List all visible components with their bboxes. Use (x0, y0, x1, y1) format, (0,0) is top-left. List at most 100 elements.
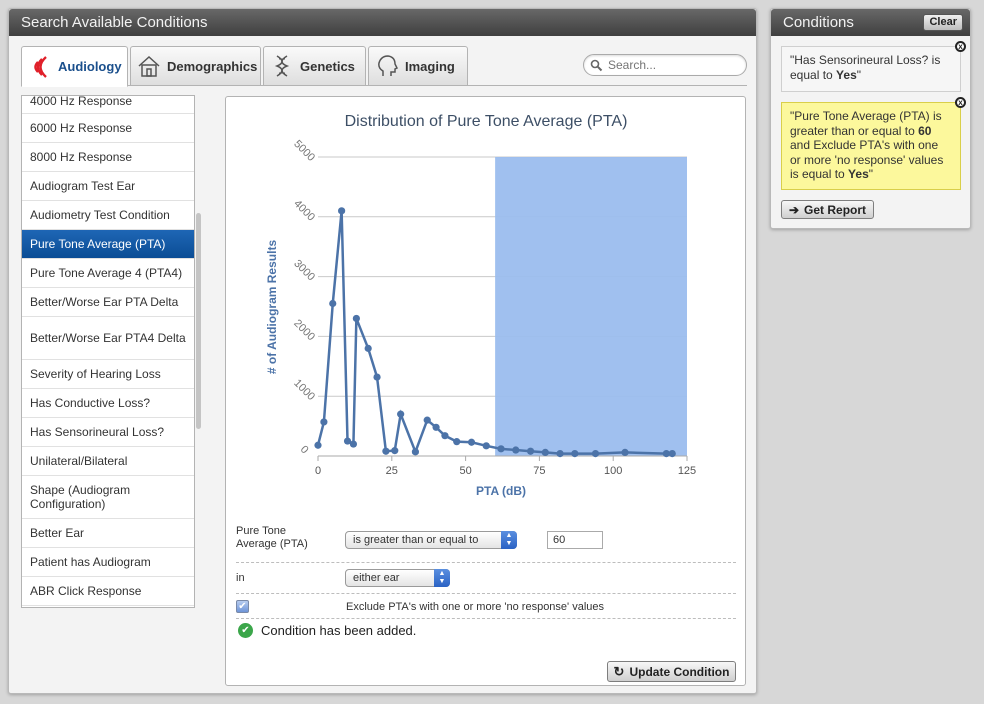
condition-card-highlighted[interactable]: x "Pure Tone Average (PTA) is greater th… (781, 97, 966, 190)
data-point[interactable] (571, 450, 579, 458)
x-tick-label: 0 (315, 465, 321, 477)
y-tick-label: 3000 (291, 258, 317, 284)
list-item[interactable]: Audiogram Test Ear (22, 172, 194, 201)
data-point[interactable] (329, 299, 337, 308)
data-point[interactable] (556, 450, 564, 458)
x-tick-label: 125 (678, 465, 696, 477)
list-item[interactable]: Has Sensorineural Loss? (22, 418, 194, 447)
data-point[interactable] (621, 448, 629, 457)
y-tick-label: 4000 (291, 198, 317, 224)
update-button-label: Update Condition (629, 664, 730, 679)
list-item[interactable]: 4000 Hz Response (22, 96, 194, 114)
data-point[interactable] (314, 441, 322, 449)
data-point[interactable] (423, 416, 431, 424)
ear-value: either ear (353, 572, 400, 584)
search-icon (590, 59, 603, 75)
tab-label: Audiology (58, 59, 122, 74)
operator-value: is greater than or equal to (353, 534, 479, 546)
tab-label: Demographics (167, 58, 258, 74)
list-item[interactable]: Better/Worse Ear PTA4 Delta (22, 317, 194, 360)
x-tick-label: 25 (386, 465, 398, 477)
value-input[interactable]: 60 (547, 531, 603, 549)
y-axis-label: # of Audiogram Results (265, 240, 279, 375)
arrow-right-icon: ➔ (788, 202, 800, 217)
data-point[interactable] (397, 410, 405, 418)
condition-card[interactable]: x "Has Sensorineural Loss? is equal to Y… (781, 41, 966, 92)
x-tick-label: 100 (604, 465, 622, 477)
x-tick-label: 50 (459, 465, 471, 477)
data-point[interactable] (391, 447, 399, 455)
data-point[interactable] (411, 448, 420, 456)
field-label: Pure Tone Average (PTA) (236, 525, 308, 550)
divider (236, 562, 736, 563)
conditions-panel: Conditions Clear x "Has Sensorineural Lo… (770, 8, 971, 229)
condition-value: 60 (918, 123, 932, 138)
tab-imaging[interactable]: Imaging (368, 46, 468, 86)
tab-genetics[interactable]: Genetics (263, 46, 366, 86)
data-point[interactable] (382, 447, 390, 455)
data-point[interactable] (526, 447, 535, 455)
list-item[interactable]: 6000 Hz Response (22, 114, 194, 143)
list-item[interactable]: Audiometry Test Condition (22, 201, 194, 230)
data-point[interactable] (349, 440, 358, 448)
data-point[interactable] (591, 450, 600, 458)
tab-audiology[interactable]: Audiology (21, 46, 128, 87)
refresh-icon: ↻ (613, 663, 625, 679)
data-point[interactable] (364, 344, 372, 352)
list-item[interactable]: Pure Tone Average 4 (PTA4) (22, 259, 194, 288)
list-item[interactable]: Unilateral/Bilateral (22, 447, 194, 476)
remove-condition-icon[interactable]: x (955, 97, 966, 108)
list-item[interactable]: Severity of Hearing Loss (22, 360, 194, 389)
ear-select[interactable]: either ear ▲ ▼ (345, 569, 450, 587)
check-circle-icon: ✔ (238, 623, 253, 638)
data-point[interactable] (338, 207, 346, 215)
list-item[interactable]: Patient has Audiogram (22, 548, 194, 577)
clear-button[interactable]: Clear (923, 14, 963, 31)
list-scrollbar[interactable] (196, 213, 201, 429)
list-item[interactable]: Better/Worse Ear PTA Delta (22, 288, 194, 317)
list-item[interactable]: Shape (Audiogram Configuration) (22, 476, 194, 519)
list-item[interactable]: 8000 Hz Response (22, 143, 194, 172)
tab-label: Imaging (405, 58, 455, 74)
list-item[interactable]: Better Ear (22, 519, 194, 548)
list-item-selected[interactable]: Pure Tone Average (PTA) (22, 230, 194, 259)
data-point[interactable] (441, 432, 449, 440)
status-message: ✔ Condition has been added. (238, 623, 416, 638)
tab-label: Genetics (300, 58, 355, 74)
exclude-checkbox[interactable]: ✔ (236, 600, 249, 613)
data-point[interactable] (432, 423, 440, 431)
data-point[interactable] (512, 446, 520, 454)
get-report-button[interactable]: ➔ Get Report (781, 200, 874, 219)
y-tick-label: 1000 (291, 377, 317, 403)
operator-select[interactable]: is greater than or equal to ▲ ▼ (345, 531, 517, 549)
data-point[interactable] (497, 445, 505, 453)
condition-text: " (856, 67, 862, 82)
tab-demographics[interactable]: Demographics (130, 46, 261, 86)
data-point[interactable] (668, 450, 676, 458)
search-input[interactable] (606, 57, 740, 73)
condition-detail-card: Distribution of Pure Tone Average (PTA) … (225, 96, 746, 686)
data-point[interactable] (320, 418, 328, 426)
condition-text: " (868, 167, 874, 181)
in-label: in (236, 572, 245, 584)
data-point[interactable] (541, 448, 549, 457)
chart-title: Distribution of Pure Tone Average (PTA) (345, 113, 628, 130)
divider (236, 593, 736, 594)
update-condition-button[interactable]: ↻ Update Condition (607, 661, 736, 682)
data-point[interactable] (373, 373, 381, 381)
list-item[interactable]: ABR Click Response (22, 577, 194, 606)
select-arrows-icon: ▲ ▼ (434, 569, 450, 587)
y-tick-label: 2000 (291, 317, 317, 343)
report-button-label: Get Report (804, 202, 867, 217)
remove-condition-icon[interactable]: x (955, 41, 966, 52)
search-box (583, 54, 747, 76)
data-point[interactable] (352, 314, 360, 323)
data-point[interactable] (453, 438, 461, 446)
data-point[interactable] (467, 438, 476, 446)
x-tick-label: 75 (533, 465, 545, 477)
select-arrows-icon: ▲ ▼ (501, 531, 517, 549)
data-point[interactable] (482, 442, 490, 450)
y-tick-label: 5000 (291, 138, 317, 164)
dna-icon (270, 54, 294, 78)
list-item[interactable]: Has Conductive Loss? (22, 389, 194, 418)
